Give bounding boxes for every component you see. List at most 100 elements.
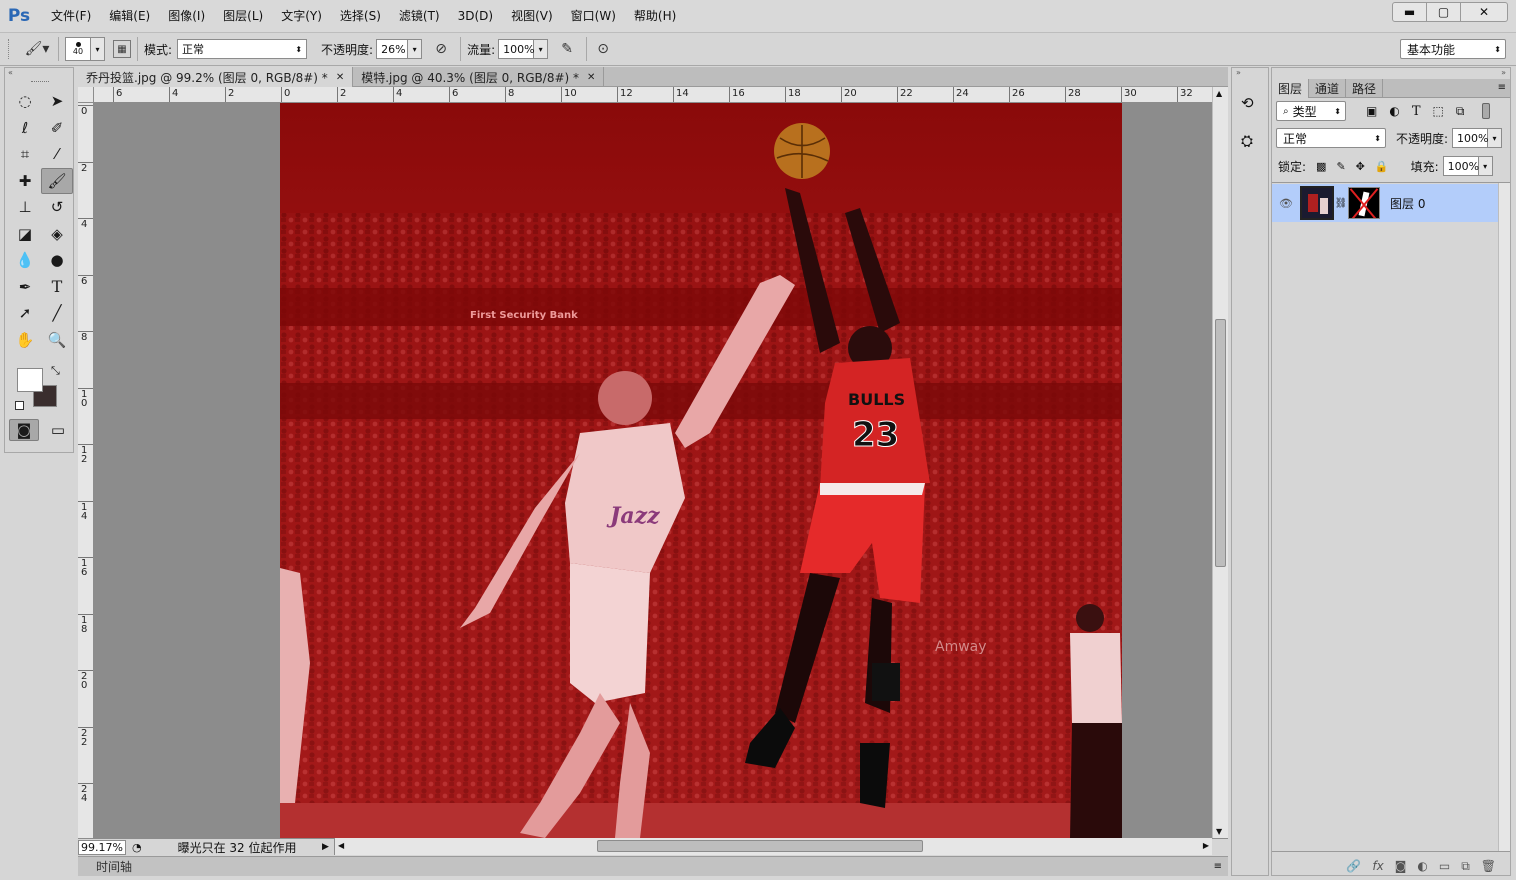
layer-opacity-dropdown-icon[interactable]: ▾ (1488, 128, 1503, 148)
new-layer-icon[interactable]: ⧉ (1461, 859, 1470, 874)
tab-paths[interactable]: 路径 (1346, 79, 1384, 98)
foreground-color-swatch[interactable] (17, 368, 43, 392)
menu-filter[interactable]: 滤镜(T) (390, 0, 449, 32)
ruler-left[interactable]: 0 2 4 6 8 10 12 14 16 18 20 22 24 (78, 103, 94, 838)
brush-tool-icon[interactable]: 🖌 (41, 167, 73, 194)
pen-tool-icon[interactable]: ✒ (9, 274, 41, 301)
workspace-select[interactable]: 基本功能 ⬍ (1400, 39, 1506, 59)
filter-smart-object-icon[interactable]: ⧉ (1456, 104, 1465, 119)
opacity-field[interactable]: 26% ▾ (376, 39, 423, 59)
opacity-input[interactable]: 26% (376, 39, 409, 59)
zoom-input[interactable]: 99.17% (78, 839, 126, 855)
scroll-up-icon[interactable]: ▲ (1216, 89, 1222, 98)
filter-toggle-icon[interactable] (1482, 103, 1491, 119)
move-tool-icon[interactable]: ➤ (41, 88, 73, 115)
filter-shape-icon[interactable]: ⬚ (1433, 104, 1444, 118)
ruler-top[interactable]: 6 4 2 0 2 4 6 8 10 12 14 16 18 20 22 24 26 28 30 32 (94, 87, 1212, 103)
crop-tool-icon[interactable]: ⌗ (9, 141, 41, 168)
mode-select[interactable]: 正常 ⬍ (177, 39, 308, 59)
type-tool-icon[interactable]: T (41, 274, 73, 301)
lock-position-icon[interactable]: ✥ (1356, 160, 1365, 173)
flow-field[interactable]: 100% ▾ (498, 39, 549, 59)
menu-edit[interactable]: 编辑(E) (100, 0, 159, 32)
panel-menu-icon[interactable]: ≡ (1498, 82, 1506, 93)
filter-kind-select[interactable]: ⌕ 类型 ⬍ (1276, 101, 1346, 121)
dodge-tool-icon[interactable]: ● (41, 247, 73, 274)
brush-tool-preset-icon[interactable]: 🖌▾ (22, 41, 52, 57)
minimize-button[interactable]: ▬ (1393, 3, 1427, 21)
menu-image[interactable]: 图像(I) (159, 0, 214, 32)
new-group-icon[interactable]: ▭ (1439, 859, 1450, 873)
menu-file[interactable]: 文件(F) (38, 0, 100, 32)
status-expand-icon[interactable]: ▶ (322, 842, 329, 852)
filter-type-icon[interactable]: T (1412, 104, 1421, 119)
lock-all-icon[interactable]: 🔒 (1375, 160, 1389, 173)
blend-mode-select[interactable]: 正常 ⬍ (1276, 128, 1386, 148)
eyedropper-tool-icon[interactable]: ⁄ (41, 141, 73, 168)
close-icon[interactable]: ✕ (336, 72, 344, 83)
close-icon[interactable]: ✕ (587, 72, 595, 83)
path-selection-tool-icon[interactable]: ➚ (9, 300, 41, 327)
zoom-tool-icon[interactable]: 🔍 (41, 327, 73, 354)
properties-panel-icon[interactable]: ⛭ (1241, 132, 1253, 150)
history-panel-icon[interactable]: ⟲ (1241, 94, 1254, 112)
clone-stamp-tool-icon[interactable]: ⊥ (9, 194, 41, 221)
menu-help[interactable]: 帮助(H) (625, 0, 685, 32)
flow-input[interactable]: 100% (498, 39, 535, 59)
panel-collapse-icon[interactable]: « (8, 68, 13, 77)
hand-tool-icon[interactable]: ✋ (9, 327, 41, 354)
pressure-size-icon[interactable]: ⊙ (593, 41, 613, 57)
panel-collapse-icon[interactable]: » (1236, 68, 1241, 77)
link-layers-icon[interactable]: 🔗 (1346, 859, 1361, 873)
layer-row[interactable]: 👁 ⛓ 图层 0 (1272, 184, 1498, 222)
layer-mask-thumbnail[interactable] (1348, 187, 1380, 219)
maximize-button[interactable]: ▢ (1427, 3, 1461, 21)
layer-opacity-input[interactable]: 100% (1452, 128, 1489, 148)
tab-model[interactable]: 模特.jpg @ 40.3% (图层 0, RGB/8#) * ✕ (353, 67, 605, 87)
airbrush-icon[interactable]: ✎ (554, 41, 580, 57)
menu-3d[interactable]: 3D(D) (449, 0, 502, 32)
adjustment-layer-icon[interactable]: ◐ (1417, 859, 1427, 873)
paint-bucket-tool-icon[interactable]: ◈ (41, 221, 73, 248)
fill-dropdown-icon[interactable]: ▾ (1478, 156, 1493, 176)
lock-pixels-icon[interactable]: ✎ (1336, 160, 1345, 173)
panel-expand-icon[interactable]: » (1501, 68, 1506, 77)
history-brush-tool-icon[interactable]: ↺ (41, 194, 73, 221)
quick-select-tool-icon[interactable]: ✐ (41, 115, 73, 142)
default-colors-icon[interactable] (15, 401, 24, 410)
horizontal-scrollbar[interactable]: ◀ ▶ (334, 838, 1212, 855)
status-info-icon[interactable]: ◔ (132, 841, 142, 854)
screen-mode-icon[interactable]: ▭ (43, 419, 73, 441)
horizontal-scroll-thumb[interactable] (597, 840, 923, 852)
tab-channels[interactable]: 通道 (1309, 79, 1347, 98)
ruler-corner[interactable] (78, 87, 94, 103)
fx-icon[interactable]: fx (1372, 859, 1383, 873)
menu-type[interactable]: 文字(Y) (272, 0, 331, 32)
panel-menu-icon[interactable]: ≡ (1214, 861, 1222, 872)
vertical-scroll-thumb[interactable] (1215, 319, 1226, 567)
panel-grip[interactable] (31, 81, 49, 83)
vertical-scrollbar[interactable]: ▲ ▼ (1212, 87, 1228, 838)
layer-thumbnail[interactable] (1300, 186, 1334, 220)
close-button[interactable]: ✕ (1461, 3, 1507, 21)
trash-icon[interactable]: 🗑 (1481, 859, 1496, 873)
add-mask-icon[interactable]: ◙ (1395, 859, 1407, 873)
scroll-right-icon[interactable]: ▶ (1203, 841, 1209, 850)
quick-mask-icon[interactable]: ◙ (9, 419, 39, 441)
scroll-down-icon[interactable]: ▼ (1216, 827, 1222, 836)
tab-jordan[interactable]: 乔丹投篮.jpg @ 99.2% (图层 0, RGB/8#) * ✕ (78, 67, 354, 87)
eye-icon[interactable]: 👁 (1272, 197, 1300, 210)
canvas-area[interactable]: First Security Bank Amway Jazz BULLS 23 (94, 103, 1212, 838)
menu-layer[interactable]: 图层(L) (214, 0, 272, 32)
menu-window[interactable]: 窗口(W) (562, 0, 625, 32)
filter-adjustment-icon[interactable]: ◐ (1389, 104, 1399, 118)
document-canvas[interactable]: First Security Bank Amway Jazz BULLS 23 (280, 103, 1122, 838)
marquee-tool-icon[interactable]: ◌ (9, 88, 41, 115)
pressure-opacity-icon[interactable]: ⊘ (428, 41, 454, 57)
lasso-tool-icon[interactable]: ℓ (9, 115, 41, 142)
menu-view[interactable]: 视图(V) (502, 0, 562, 32)
flow-dropdown-icon[interactable]: ▾ (534, 39, 549, 59)
layer-name[interactable]: 图层 0 (1390, 195, 1425, 212)
link-icon[interactable]: ⛓ (1334, 198, 1348, 209)
blur-tool-icon[interactable]: 💧 (9, 247, 41, 274)
